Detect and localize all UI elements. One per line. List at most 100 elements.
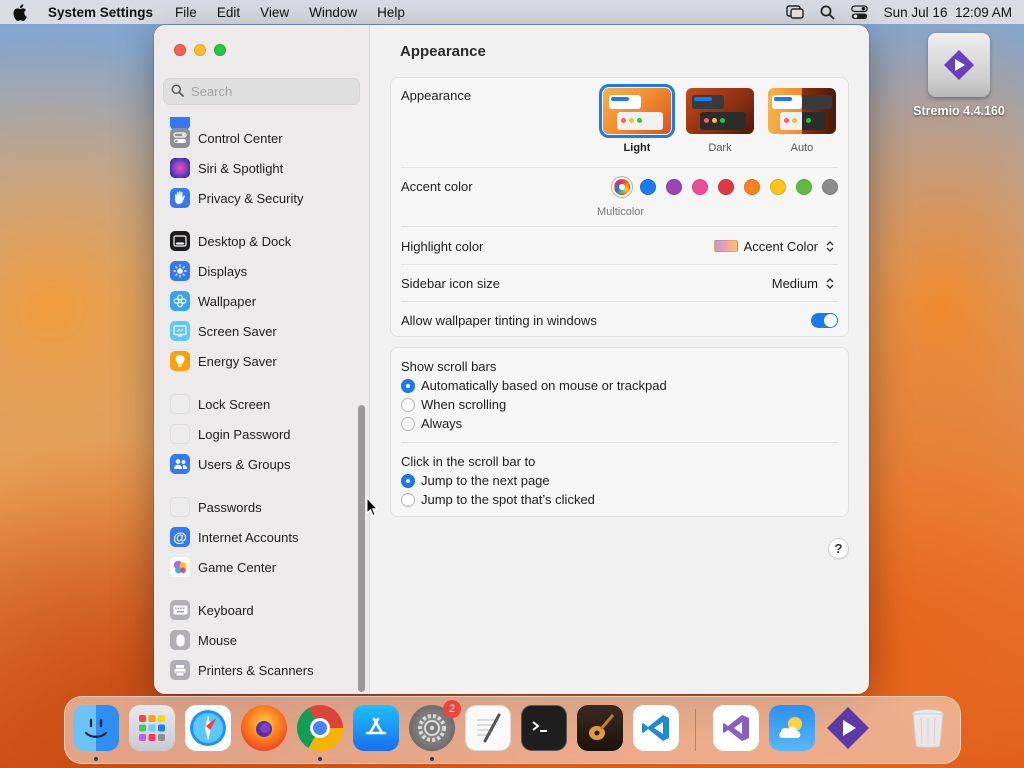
mouse-icon <box>170 630 190 650</box>
search-field[interactable] <box>163 78 360 105</box>
menu-window[interactable]: Window <box>309 5 357 20</box>
close-button[interactable] <box>174 44 186 56</box>
scroll-bars-always-option[interactable]: Always <box>401 416 462 431</box>
sidebar-item-label: Privacy & Security <box>198 190 304 206</box>
accent-green-swatch[interactable] <box>796 179 812 195</box>
divider <box>401 264 838 265</box>
accent-graphite-swatch[interactable] <box>822 179 838 195</box>
help-button[interactable]: ? <box>828 538 849 559</box>
app-store-dock-icon[interactable] <box>353 705 399 751</box>
radio-button[interactable] <box>401 378 415 393</box>
firefox-dock-icon[interactable] <box>241 705 287 751</box>
dock: 2 <box>64 696 961 764</box>
accent-multicolor-swatch[interactable] <box>614 179 630 195</box>
sidebar-item-printers-scanners[interactable]: Printers & Scanners <box>170 657 360 683</box>
theme-light-option[interactable]: Light <box>599 84 675 154</box>
sidebar-item-lock-screen[interactable]: Lock Screen <box>170 391 360 417</box>
visual-studio-dock-icon[interactable] <box>713 705 759 751</box>
menu-help[interactable]: Help <box>377 5 405 20</box>
stremio-dock-icon[interactable] <box>825 705 871 751</box>
radio-button[interactable] <box>401 416 415 431</box>
sidebar-item-internet-accounts[interactable]: @ Internet Accounts <box>170 524 360 550</box>
divider <box>401 226 838 227</box>
sidebar-item-control-center[interactable]: Control Center <box>170 125 360 151</box>
sidebar-item-energy-saver[interactable]: Energy Saver <box>170 348 360 374</box>
terminal-dock-icon[interactable] <box>521 705 567 751</box>
sidebar-item-siri-spotlight[interactable]: Siri & Spotlight <box>170 155 360 181</box>
sidebar-item-label: Energy Saver <box>198 353 277 369</box>
sidebar-item-privacy-security[interactable]: Privacy & Security <box>170 185 360 211</box>
launchpad-dock-icon[interactable] <box>129 705 175 751</box>
sidebar-scrollbar[interactable] <box>358 405 365 692</box>
screen-mirroring-icon[interactable] <box>785 5 804 19</box>
accent-blue-swatch[interactable] <box>640 179 656 195</box>
garageband-dock-icon[interactable] <box>577 705 623 751</box>
accent-color-label: Accent color <box>401 179 473 194</box>
click-spot-option[interactable]: Jump to the spot that’s clicked <box>401 492 595 507</box>
sidebar-item-keyboard[interactable]: Keyboard <box>170 597 360 623</box>
stremio-desktop-icon[interactable]: Stremio 4.4.160 <box>905 33 1013 118</box>
wallpaper-tinting-toggle[interactable] <box>811 313 838 328</box>
accent-yellow-swatch[interactable] <box>770 179 786 195</box>
radio-button[interactable] <box>401 492 415 507</box>
control-center-icon[interactable] <box>850 4 868 20</box>
sidebar-item-login-password[interactable]: Login Password <box>170 421 360 447</box>
trash-dock-icon[interactable] <box>905 705 951 751</box>
sidebar-item-game-center[interactable]: Game Center <box>170 554 360 580</box>
sidebar-item-label: Control Center <box>198 130 283 146</box>
radio-label: Jump to the next page <box>421 473 550 488</box>
sidebar-item-label: Keyboard <box>198 602 254 618</box>
sidebar-item-screen-saver[interactable]: Screen Saver <box>170 318 360 344</box>
appearance-group: Appearance Light Dark Auto Accent color … <box>390 77 849 337</box>
scroll-bars-when-scrolling-option[interactable]: When scrolling <box>401 397 506 412</box>
sidebar-item-users-groups[interactable]: Users & Groups <box>170 451 360 477</box>
click-next-page-option[interactable]: Jump to the next page <box>401 473 550 488</box>
sidebar-icon-size-popup[interactable]: Medium <box>772 275 836 291</box>
page-title: Appearance <box>400 43 486 60</box>
sidebar-item-displays[interactable]: Displays <box>170 258 360 284</box>
menu-view[interactable]: View <box>260 5 289 20</box>
theme-auto-option[interactable]: Auto <box>767 88 837 154</box>
clock-datetime[interactable]: Sun Jul 16 12:09 AM <box>884 5 1012 20</box>
accent-orange-swatch[interactable] <box>744 179 760 195</box>
menu-file[interactable]: File <box>175 5 197 20</box>
sidebar-item-desktop-dock[interactable]: Desktop & Dock <box>170 228 360 254</box>
sidebar-item-mouse[interactable]: Mouse <box>170 627 360 653</box>
vscode-dock-icon[interactable] <box>633 705 679 751</box>
highlight-color-popup[interactable]: Accent Color <box>713 238 836 254</box>
radio-button[interactable] <box>401 397 415 412</box>
system-settings-dock-icon[interactable]: 2 <box>409 700 461 751</box>
sidebar-item-wallpaper[interactable]: Wallpaper <box>170 288 360 314</box>
sidebar-item-passwords[interactable]: Passwords <box>170 494 360 520</box>
hand-icon <box>170 188 190 208</box>
game-center-icon <box>170 557 190 577</box>
control-center-icon <box>170 128 190 148</box>
screen-saver-icon <box>170 321 190 341</box>
apple-menu-icon[interactable] <box>12 3 30 21</box>
finder-dock-icon[interactable] <box>73 705 119 751</box>
accent-pink-swatch[interactable] <box>692 179 708 195</box>
light-theme-thumbnail <box>599 84 675 138</box>
divider <box>401 301 838 302</box>
weather-dock-icon[interactable] <box>769 705 815 751</box>
radio-button[interactable] <box>401 473 415 488</box>
safari-dock-icon[interactable] <box>185 705 231 751</box>
minimize-button[interactable] <box>194 44 206 56</box>
accent-color-picker <box>614 179 838 195</box>
accent-purple-swatch[interactable] <box>666 179 682 195</box>
zoom-button[interactable] <box>214 44 226 56</box>
search-icon[interactable] <box>820 5 835 20</box>
sidebar-icon-size-label: Sidebar icon size <box>401 276 500 291</box>
sidebar-item-label: Wallpaper <box>198 293 257 309</box>
textedit-dock-icon[interactable] <box>465 705 511 751</box>
theme-dark-option[interactable]: Dark <box>685 88 755 154</box>
search-input[interactable] <box>191 84 351 99</box>
app-name-menu[interactable]: System Settings <box>48 5 153 20</box>
login-password-icon <box>170 424 190 444</box>
printer-icon <box>170 660 190 680</box>
accent-red-swatch[interactable] <box>718 179 734 195</box>
chrome-dock-icon[interactable] <box>297 705 343 751</box>
siri-icon <box>170 158 190 178</box>
menu-edit[interactable]: Edit <box>217 5 240 20</box>
scroll-bars-automatic-option[interactable]: Automatically based on mouse or trackpad <box>401 378 667 393</box>
